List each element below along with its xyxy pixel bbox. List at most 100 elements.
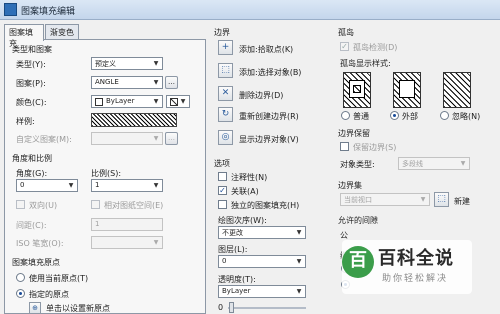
origin-group-label: 图案填充原点: [12, 258, 60, 267]
draw-order-select[interactable]: 不更改 ▼: [218, 226, 306, 239]
retain-group-label: 边界保留: [338, 129, 370, 138]
pattern-select-value: ANGLE: [95, 78, 119, 86]
click-set-origin-label: 单击以设置新原点: [46, 304, 110, 313]
scale-value: 1: [95, 181, 100, 189]
scale-label: 比例(S):: [91, 169, 122, 178]
remove-boundary-label[interactable]: 删除边界(D): [239, 90, 283, 101]
tab-hatch[interactable]: 图案填充: [4, 24, 44, 48]
background-color-select[interactable]: ▼: [166, 95, 190, 108]
new-boundary-set-icon[interactable]: ⬚: [434, 192, 449, 207]
chevron-down-icon: ▼: [296, 229, 302, 236]
island-normal-radio[interactable]: [341, 111, 350, 120]
transparency-value: ByLayer: [222, 287, 251, 295]
double-checkbox[interactable]: [16, 200, 25, 209]
separate-hatches-checkbox[interactable]: [218, 200, 227, 209]
spacing-value: 1: [95, 220, 100, 228]
scale-select[interactable]: 1 ▼: [91, 179, 163, 192]
type-label: 类型(Y):: [16, 60, 46, 69]
chevron-down-icon: ▼: [153, 60, 159, 67]
add-select-objects-label[interactable]: 添加:选择对象(B): [239, 67, 301, 78]
pattern-browse-button[interactable]: …: [165, 76, 178, 89]
retain-boundary-checkbox[interactable]: [340, 142, 349, 151]
iso-pen-width-label: ISO 笔宽(O):: [16, 239, 64, 248]
use-current-origin-label: 使用当前原点(T): [29, 274, 89, 283]
use-current-origin-radio[interactable]: [16, 273, 25, 282]
island-ignore-radio[interactable]: [440, 111, 449, 120]
islands-group-label: 孤岛: [338, 28, 354, 37]
associative-checkbox[interactable]: ✓: [218, 186, 227, 195]
angle-select[interactable]: 0 ▼: [16, 179, 78, 192]
watermark-logo-icon: 百: [342, 246, 374, 278]
color-swatch-icon: [95, 98, 103, 106]
island-ignore-preview[interactable]: [443, 72, 471, 108]
new-boundary-set-label: 新建: [454, 197, 470, 206]
plus-pick-icon[interactable]: +: [218, 40, 233, 55]
recreate-boundary-icon[interactable]: ↻: [218, 107, 233, 122]
object-type-value: 多段线: [402, 160, 423, 168]
pattern-swatch[interactable]: [91, 113, 177, 127]
layer-select[interactable]: 0 ▼: [218, 255, 306, 268]
boundary-set-group-label: 边界集: [338, 181, 362, 190]
view-selections-icon[interactable]: ◎: [218, 130, 233, 145]
island-outer-radio[interactable]: [390, 111, 399, 120]
type-pattern-group-label: 类型和图案: [12, 45, 52, 54]
gap-group-label: 允许的间隙: [338, 216, 378, 225]
island-normal-preview[interactable]: [343, 72, 371, 108]
boundary-set-value: 当前视口: [344, 196, 372, 204]
draw-order-label: 绘图次序(W):: [218, 216, 267, 225]
color-label: 颜色(C):: [16, 98, 47, 107]
boundary-set-select[interactable]: 当前视口 ▼: [340, 193, 430, 206]
view-selections-label[interactable]: 显示边界对象(V): [239, 134, 299, 145]
angle-value: 0: [20, 181, 25, 189]
chevron-down-icon: ▼: [420, 196, 426, 203]
annotative-checkbox[interactable]: [218, 172, 227, 181]
color-select-value: ByLayer: [106, 97, 135, 105]
remove-boundary-icon[interactable]: ✕: [218, 86, 233, 101]
transparency-label: 透明度(T):: [218, 275, 256, 284]
color-select[interactable]: ByLayer ▼: [91, 95, 163, 108]
chevron-down-icon: ▼: [153, 182, 159, 189]
retain-boundary-label: 保留边界(S): [353, 143, 397, 152]
chevron-down-icon: ▼: [180, 98, 186, 105]
transparency-slider-handle[interactable]: [229, 302, 234, 313]
chevron-down-icon: ▼: [460, 160, 466, 167]
associative-label: 关联(A): [231, 187, 259, 196]
object-type-select[interactable]: 多段线 ▼: [398, 157, 470, 170]
draw-order-value: 不更改: [222, 229, 243, 237]
island-outer-preview[interactable]: [393, 72, 421, 108]
tab-gradient[interactable]: 渐变色: [45, 24, 79, 40]
select-objects-icon[interactable]: ⬚: [218, 63, 233, 78]
transparency-select[interactable]: ByLayer ▼: [218, 285, 306, 298]
island-detection-label: 孤岛检测(D): [353, 43, 398, 52]
object-type-label: 对象类型:: [340, 160, 375, 169]
type-select[interactable]: 预定义 ▼: [91, 57, 163, 70]
set-origin-icon[interactable]: ⊕: [29, 302, 41, 314]
app-icon: [4, 3, 17, 16]
layer-value: 0: [222, 257, 227, 265]
custom-pattern-browse-button[interactable]: …: [165, 132, 178, 145]
spacing-input[interactable]: 1: [91, 218, 163, 231]
chevron-down-icon: ▼: [153, 239, 159, 246]
swatch-label: 样例:: [16, 117, 35, 126]
island-normal-label: 普通: [353, 112, 369, 121]
pattern-label: 图案(P):: [16, 79, 46, 88]
annotative-label: 注释性(N): [231, 173, 268, 182]
island-detection-checkbox[interactable]: ✓: [340, 42, 349, 51]
specified-origin-radio[interactable]: [16, 289, 25, 298]
no-fill-icon: [170, 98, 178, 106]
iso-pen-width-select[interactable]: ▼: [91, 236, 163, 249]
custom-pattern-select[interactable]: ▼: [91, 132, 163, 145]
relative-paperspace-checkbox[interactable]: [91, 200, 100, 209]
layer-label: 图层(L):: [218, 245, 248, 254]
angle-scale-group-label: 角度和比例: [12, 154, 52, 163]
custom-pattern-label: 自定义图案(M):: [16, 135, 72, 144]
window-title: 图案填充编辑: [21, 7, 76, 17]
watermark-title: 百科全说: [378, 248, 454, 269]
pattern-select[interactable]: ANGLE ▼: [91, 76, 163, 89]
chevron-down-icon: ▼: [153, 135, 159, 142]
double-label: 双向(U): [29, 201, 58, 210]
add-pick-points-label[interactable]: 添加:拾取点(K): [239, 44, 293, 55]
recreate-boundary-label[interactable]: 重新创建边界(R): [239, 111, 299, 122]
transparency-slider-track[interactable]: [228, 307, 306, 309]
island-style-label: 孤岛显示样式:: [340, 59, 391, 68]
